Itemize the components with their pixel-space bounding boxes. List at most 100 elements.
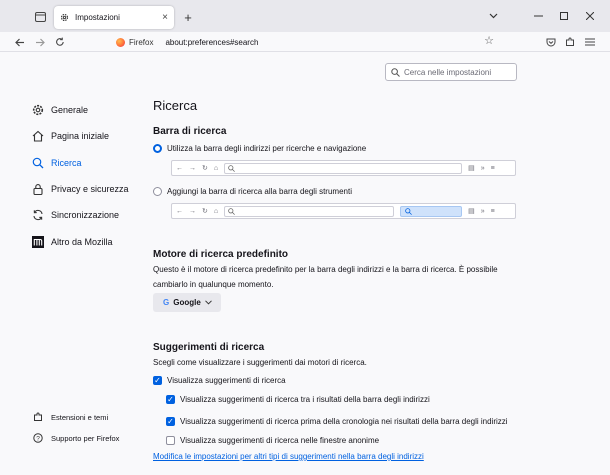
back-arrow-icon bbox=[15, 38, 24, 46]
checkbox-suggestions-private[interactable]: Visualizza suggerimenti di ricerca nelle… bbox=[166, 436, 379, 445]
checkbox-checked[interactable]: ✓ bbox=[153, 376, 162, 385]
sidebar-item-ricerca[interactable]: Ricerca bbox=[32, 150, 142, 176]
preview-library-icon: ▤ bbox=[468, 208, 475, 215]
sidebar-nav: Generale Pagina iniziale Ricerca Privacy… bbox=[32, 97, 142, 255]
sidebar-item-label: Altro da Mozilla bbox=[51, 236, 113, 247]
preview-forward-icon: → bbox=[189, 207, 196, 215]
radio-button[interactable] bbox=[153, 187, 162, 196]
maximize-button[interactable] bbox=[554, 8, 574, 24]
preview-back-icon: ← bbox=[176, 164, 183, 172]
preview-back-icon: ← bbox=[176, 207, 183, 215]
checkbox-suggestions-in-urlbar[interactable]: ✓ Visualizza suggerimenti di ricerca tra… bbox=[166, 395, 430, 404]
checkbox-show-suggestions[interactable]: ✓ Visualizza suggerimenti di ricerca bbox=[153, 376, 286, 385]
close-tab-icon[interactable]: × bbox=[162, 12, 168, 23]
tab-manager-icon[interactable] bbox=[30, 9, 50, 25]
list-all-tabs-icon[interactable] bbox=[483, 8, 503, 24]
browser-window: Impostazioni × + Firefox about:preferenc… bbox=[0, 0, 610, 475]
search-placeholder: Cerca nelle impostazioni bbox=[404, 67, 492, 77]
preview-searchbar bbox=[400, 205, 463, 217]
google-logo-icon: G bbox=[163, 298, 170, 307]
menu-hamburger-icon[interactable] bbox=[582, 34, 598, 50]
identity-box[interactable]: Firefox bbox=[116, 37, 154, 47]
suggestions-description: Scegli come visualizzare i suggerimenti … bbox=[153, 358, 367, 367]
preview-search-icon bbox=[228, 164, 235, 172]
toolbar-preview-urlbar: ← → ↻ ⌂ ▤ » ≡ bbox=[171, 160, 516, 176]
checkbox-checked[interactable]: ✓ bbox=[166, 417, 175, 426]
sidebar-item-label: Privacy e sicurezza bbox=[51, 184, 129, 195]
reload-icon bbox=[56, 37, 64, 46]
sidebar-item-label: Pagina iniziale bbox=[51, 131, 110, 142]
sidebar-item-support[interactable]: ? Supporto per Firefox bbox=[32, 432, 142, 444]
sidebar-item-extensions[interactable]: Estensioni e temi bbox=[32, 411, 142, 423]
preview-search-icon bbox=[228, 207, 235, 215]
preview-home-icon: ⌂ bbox=[213, 164, 219, 172]
puzzle-icon bbox=[32, 411, 44, 423]
preview-urlbar bbox=[224, 205, 395, 217]
preview-home-icon: ⌂ bbox=[213, 207, 219, 215]
tab-settings[interactable]: Impostazioni × bbox=[54, 6, 174, 29]
checkbox-label: Visualizza suggerimenti di ricerca prima… bbox=[180, 417, 508, 426]
help-icon: ? bbox=[32, 432, 44, 444]
sidebar-item-privacy[interactable]: Privacy e sicurezza bbox=[32, 176, 142, 202]
preview-library-icon: ▤ bbox=[468, 165, 475, 172]
checkbox-label: Visualizza suggerimenti di ricerca bbox=[167, 376, 286, 385]
home-icon bbox=[32, 130, 44, 142]
forward-button[interactable] bbox=[32, 34, 48, 50]
sidebar-item-mozilla[interactable]: Altro da Mozilla bbox=[32, 228, 142, 254]
sidebar-item-label: Sincronizzazione bbox=[51, 210, 120, 221]
mozilla-icon bbox=[32, 235, 44, 248]
default-engine-dropdown[interactable]: G Google bbox=[153, 293, 221, 312]
page-title: Ricerca bbox=[153, 98, 198, 113]
engine-heading: Motore di ricerca predefinito bbox=[153, 249, 289, 260]
firefox-logo-icon bbox=[116, 37, 125, 47]
bookmark-star-icon[interactable]: ☆ bbox=[484, 34, 494, 47]
search-icon bbox=[391, 67, 400, 77]
checkbox-label: Visualizza suggerimenti di ricerca nelle… bbox=[180, 436, 380, 445]
lock-icon bbox=[32, 183, 44, 196]
minimize-button[interactable] bbox=[528, 8, 548, 24]
radio-label: Aggiungi la barra di ricerca alla barra … bbox=[167, 187, 352, 196]
preview-forward-icon: → bbox=[189, 164, 196, 172]
extensions-puzzle-icon[interactable] bbox=[562, 34, 578, 50]
preview-reload-icon: ↻ bbox=[202, 208, 208, 215]
svg-text:?: ? bbox=[36, 435, 40, 442]
pocket-icon[interactable] bbox=[543, 34, 559, 50]
checkbox-suggestions-before-history[interactable]: ✓ Visualizza suggerimenti di ricerca pri… bbox=[166, 417, 508, 426]
radio-button-selected[interactable] bbox=[153, 144, 162, 153]
settings-search-input[interactable]: Cerca nelle impostazioni bbox=[385, 63, 517, 81]
extensions-label: Estensioni e temi bbox=[51, 412, 109, 422]
new-tab-button[interactable]: + bbox=[180, 9, 196, 25]
preview-menu-icon: ≡ bbox=[490, 164, 495, 172]
default-engine-value: Google bbox=[173, 298, 201, 307]
url-bar[interactable]: Firefox about:preferences#search ☆ bbox=[112, 33, 500, 51]
sidebar-item-pagina-iniziale[interactable]: Pagina iniziale bbox=[32, 123, 142, 149]
checkbox-checked[interactable]: ✓ bbox=[166, 395, 175, 404]
checkbox-unchecked[interactable] bbox=[166, 436, 175, 445]
preview-overflow-icon: » bbox=[480, 164, 485, 172]
support-label: Supporto per Firefox bbox=[51, 433, 120, 443]
reload-button[interactable] bbox=[52, 34, 68, 50]
address-bar-suggestions-link[interactable]: Modifica le impostazioni per altri tipi … bbox=[153, 452, 424, 461]
back-button[interactable] bbox=[12, 34, 28, 50]
close-window-button[interactable] bbox=[580, 8, 600, 24]
sync-icon bbox=[32, 209, 44, 221]
identity-label: Firefox bbox=[129, 37, 154, 47]
engine-description: Questo è il motore di ricerca predefinit… bbox=[153, 265, 498, 289]
searchbar-heading: Barra di ricerca bbox=[153, 126, 227, 137]
forward-arrow-icon bbox=[36, 38, 45, 46]
suggestions-heading: Suggerimenti di ricerca bbox=[153, 342, 265, 353]
sidebar-item-label: Generale bbox=[51, 105, 89, 116]
preview-reload-icon: ↻ bbox=[202, 165, 208, 172]
preview-urlbar bbox=[224, 162, 463, 174]
chevron-down-icon bbox=[204, 300, 212, 305]
gear-icon bbox=[32, 104, 44, 116]
sidebar-item-generale[interactable]: Generale bbox=[32, 97, 142, 123]
radio-label: Utilizza la barra degli indirizzi per ri… bbox=[167, 144, 367, 153]
url-text[interactable]: about:preferences#search bbox=[165, 38, 258, 47]
checkbox-label: Visualizza suggerimenti di ricerca tra i… bbox=[180, 395, 430, 404]
radio-urlbar-option[interactable]: Utilizza la barra degli indirizzi per ri… bbox=[153, 144, 366, 153]
navigation-toolbar: Firefox about:preferences#search ☆ bbox=[0, 32, 610, 52]
preview-searchbar-icon bbox=[405, 207, 412, 215]
sidebar-item-sync[interactable]: Sincronizzazione bbox=[32, 202, 142, 228]
radio-searchbar-option[interactable]: Aggiungi la barra di ricerca alla barra … bbox=[153, 187, 352, 196]
